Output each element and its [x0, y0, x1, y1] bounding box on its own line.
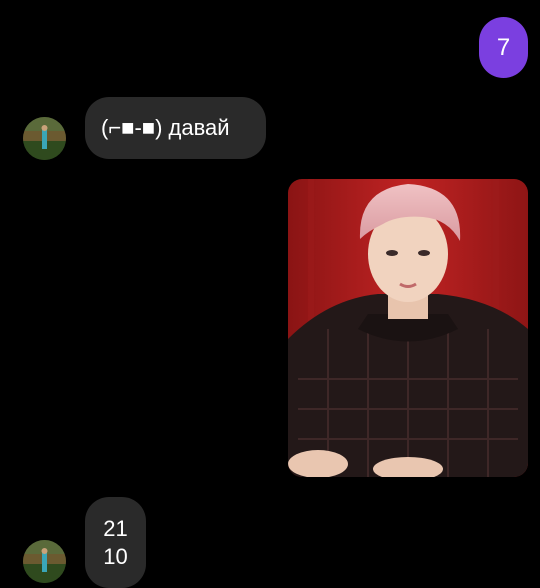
outgoing-message-text: 7	[496, 33, 511, 61]
contact-avatar[interactable]	[23, 540, 66, 583]
chat-thread: 7 (⌐■-■) давай 21 10	[0, 0, 540, 588]
outgoing-message[interactable]: 7	[479, 17, 528, 78]
portrait-photo-icon	[288, 179, 528, 477]
contact-avatar[interactable]	[23, 117, 66, 160]
avatar-image	[23, 117, 66, 160]
incoming-message[interactable]: 21 10	[85, 497, 146, 588]
incoming-message-line: 21	[103, 515, 128, 541]
avatar-image	[23, 540, 66, 583]
incoming-message-text: (⌐■-■) давай	[101, 115, 230, 140]
photo-message[interactable]	[288, 179, 528, 477]
incoming-message-line: 10	[103, 543, 128, 569]
incoming-message[interactable]: (⌐■-■) давай	[85, 97, 266, 159]
